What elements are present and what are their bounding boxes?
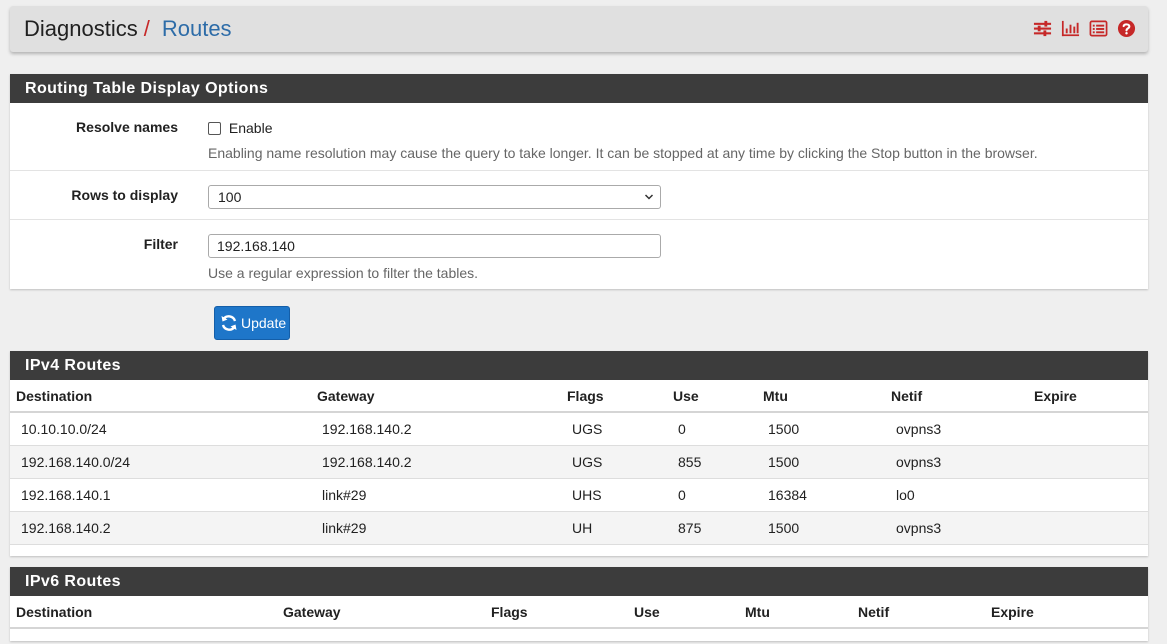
cell-expire bbox=[1028, 445, 1148, 479]
cell-flags: UHS bbox=[561, 478, 667, 512]
filter-control bbox=[208, 234, 661, 258]
col-gateway: Gateway bbox=[311, 380, 561, 413]
col-flags: Flags bbox=[561, 380, 667, 413]
cell-mtu: 1500 bbox=[757, 445, 885, 479]
header-bar: Diagnostics / Routes bbox=[10, 6, 1148, 52]
col-destination: Destination bbox=[10, 596, 277, 629]
resolve-names-checkbox-label[interactable]: Enable bbox=[229, 120, 273, 136]
col-use: Use bbox=[667, 380, 757, 413]
rows-to-display-label: Rows to display bbox=[71, 187, 178, 203]
cell-netif: ovpns3 bbox=[885, 511, 1028, 545]
list-icon[interactable] bbox=[1089, 19, 1108, 38]
cell-expire bbox=[1028, 478, 1148, 512]
col-netif: Netif bbox=[852, 596, 985, 629]
resolve-names-checkbox[interactable] bbox=[208, 121, 221, 135]
cell-destination: 192.168.140.1 bbox=[10, 478, 311, 512]
sliders-icon[interactable] bbox=[1033, 19, 1052, 38]
cell-gateway: link#29 bbox=[311, 511, 561, 545]
options-panel: Routing Table Display Options Resolve na… bbox=[10, 74, 1148, 289]
breadcrumb-diagnostics[interactable]: Diagnostics bbox=[24, 16, 138, 42]
ipv4-routes-title: IPv4 Routes bbox=[10, 351, 1148, 380]
ipv4-routes-table: Destination Gateway Flags Use Mtu Netif … bbox=[10, 380, 1148, 545]
col-gateway: Gateway bbox=[277, 596, 485, 629]
table-row: 10.10.10.0/24 192.168.140.2 UGS 0 1500 o… bbox=[10, 412, 1148, 446]
cell-use: 0 bbox=[667, 412, 757, 446]
ipv6-routes-panel: IPv6 Routes Destination Gateway Flags Us… bbox=[10, 567, 1148, 641]
cell-expire bbox=[1028, 511, 1148, 545]
update-button[interactable]: Update bbox=[214, 306, 290, 340]
cell-use: 855 bbox=[667, 445, 757, 479]
filter-label: Filter bbox=[143, 236, 178, 252]
table-row: 192.168.140.0/24 192.168.140.2 UGS 855 1… bbox=[10, 445, 1148, 479]
cell-destination: 10.10.10.0/24 bbox=[10, 412, 311, 446]
cell-flags: UGS bbox=[561, 445, 667, 479]
table-row: 192.168.140.2 link#29 UH 875 1500 ovpns3 bbox=[10, 511, 1148, 545]
col-expire: Expire bbox=[985, 596, 1148, 629]
breadcrumb-separator: / bbox=[143, 16, 150, 41]
cell-mtu: 1500 bbox=[757, 412, 885, 446]
cell-gateway: 192.168.140.2 bbox=[311, 445, 561, 479]
refresh-icon bbox=[221, 315, 237, 331]
resolve-names-row: Resolve names Enable Enabling name resol… bbox=[10, 103, 1148, 171]
cell-destination: 192.168.140.2 bbox=[10, 511, 311, 545]
options-panel-title: Routing Table Display Options bbox=[10, 74, 1148, 103]
filter-help: Use a regular expression to filter the t… bbox=[208, 265, 479, 281]
cell-mtu: 1500 bbox=[757, 511, 885, 545]
rows-to-display-value: 100 bbox=[218, 189, 242, 205]
ipv4-header-row: Destination Gateway Flags Use Mtu Netif … bbox=[10, 380, 1148, 413]
filter-input[interactable] bbox=[208, 234, 661, 258]
breadcrumb-routes[interactable]: Routes bbox=[162, 16, 232, 42]
col-mtu: Mtu bbox=[739, 596, 852, 629]
cell-use: 875 bbox=[667, 511, 757, 545]
bar-chart-icon[interactable] bbox=[1061, 19, 1080, 38]
cell-destination: 192.168.140.0/24 bbox=[10, 445, 311, 479]
resolve-names-help: Enabling name resolution may cause the q… bbox=[208, 145, 1038, 161]
cell-gateway: 192.168.140.2 bbox=[311, 412, 561, 446]
cell-use: 0 bbox=[667, 478, 757, 512]
rows-to-display-select[interactable]: 100 bbox=[208, 185, 661, 209]
col-use: Use bbox=[628, 596, 739, 629]
col-expire: Expire bbox=[1028, 380, 1148, 413]
cell-flags: UGS bbox=[561, 412, 667, 446]
header-icons bbox=[1033, 19, 1136, 38]
cell-netif: lo0 bbox=[885, 478, 1028, 512]
cell-gateway: link#29 bbox=[311, 478, 561, 512]
rows-to-display-row: Rows to display 100 bbox=[10, 171, 1148, 220]
filter-row: Filter Use a regular expression to filte… bbox=[10, 220, 1148, 289]
ipv4-routes-panel: IPv4 Routes Destination Gateway Flags Us… bbox=[10, 351, 1148, 556]
cell-netif: ovpns3 bbox=[885, 445, 1028, 479]
cell-mtu: 16384 bbox=[757, 478, 885, 512]
cell-netif: ovpns3 bbox=[885, 412, 1028, 446]
ipv6-routes-title: IPv6 Routes bbox=[10, 567, 1148, 596]
col-netif: Netif bbox=[885, 380, 1028, 413]
update-button-label: Update bbox=[241, 315, 287, 331]
help-icon[interactable] bbox=[1117, 19, 1136, 38]
resolve-names-control: Enable bbox=[208, 119, 272, 136]
table-row: 192.168.140.1 link#29 UHS 0 16384 lo0 bbox=[10, 478, 1148, 512]
col-destination: Destination bbox=[10, 380, 311, 413]
col-flags: Flags bbox=[485, 596, 628, 629]
col-mtu: Mtu bbox=[757, 380, 885, 413]
chevron-down-icon bbox=[644, 194, 654, 200]
ipv6-header-row: Destination Gateway Flags Use Mtu Netif … bbox=[10, 596, 1148, 629]
resolve-names-label: Resolve names bbox=[76, 119, 178, 135]
cell-expire bbox=[1028, 412, 1148, 446]
cell-flags: UH bbox=[561, 511, 667, 545]
ipv6-routes-table: Destination Gateway Flags Use Mtu Netif … bbox=[10, 596, 1148, 629]
